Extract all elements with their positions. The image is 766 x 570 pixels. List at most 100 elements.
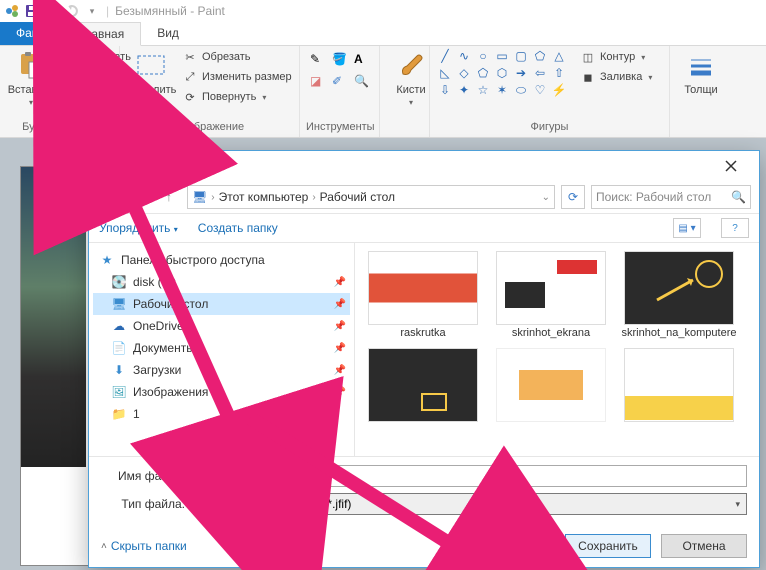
file-item[interactable]: raskrutka	[363, 251, 483, 340]
folder-tree[interactable]: ★ Панель быстрого доступа 💽 disk (F:) 📌 …	[89, 243, 355, 456]
breadcrumb-desktop[interactable]: Рабочий стол	[320, 190, 395, 204]
dialog-nav: ← → ↑ 🖥 › Этот компьютер › Рабочий стол …	[89, 181, 759, 213]
save-icon[interactable]	[24, 3, 40, 19]
eraser-icon[interactable]: ◪	[310, 74, 330, 94]
outline-button[interactable]: ◫Контур▾	[578, 48, 654, 66]
search-icon: 🔍	[731, 190, 746, 204]
organize-button[interactable]: Упорядочить ▾	[99, 221, 178, 235]
resize-icon: ⤢	[182, 69, 198, 85]
shape-rtriangle-icon[interactable]: ◺	[436, 65, 454, 81]
crop-button[interactable]: ✂Обрезать	[180, 48, 294, 66]
tree-item-desktop[interactable]: 🖥 Рабочий стол 📌	[93, 293, 350, 315]
shape-star4-icon[interactable]: ✦	[455, 82, 473, 98]
shape-rect-icon[interactable]: ▭	[493, 48, 511, 64]
paste-button[interactable]: Вставить ▾	[6, 48, 56, 109]
breadcrumb-pc[interactable]: Этот компьютер	[219, 190, 309, 204]
up-button[interactable]: ↑	[157, 185, 181, 209]
zoom-icon[interactable]: 🔍	[354, 74, 374, 94]
shape-bolt-icon[interactable]: ⚡	[550, 82, 568, 98]
redo-icon[interactable]	[64, 3, 80, 19]
fill-icon[interactable]: 🪣	[332, 52, 352, 72]
save-button[interactable]: Сохранить	[565, 534, 651, 558]
tree-item-folder1[interactable]: 📁 1	[93, 403, 350, 425]
search-input[interactable]: Поиск: Рабочий стол 🔍	[591, 185, 751, 209]
back-button[interactable]: ←	[97, 185, 121, 209]
undo-icon[interactable]	[44, 3, 60, 19]
tree-item-documents[interactable]: 📄 Документы 📌	[93, 337, 350, 359]
dialog-fields: Имя файла: Тип файла: JPEG (*.jpg;*.jpeg…	[89, 456, 759, 525]
qat-dropdown-icon[interactable]: ▾	[84, 3, 100, 19]
new-folder-button[interactable]: Создать папку	[198, 221, 278, 235]
dialog-footer: ˄ Скрыть папки Сохранить Отмена	[89, 525, 759, 567]
file-item[interactable]	[363, 348, 483, 422]
size-button[interactable]: Толщи	[676, 48, 726, 98]
filename-input[interactable]	[193, 465, 747, 487]
shape-arrowd-icon[interactable]: ⇩	[436, 82, 454, 98]
pin-icon: 📌	[334, 321, 346, 332]
dialog-toolbar: Упорядочить ▾ Создать папку ▤ ▾ ?	[89, 213, 759, 243]
text-icon[interactable]: A	[354, 52, 374, 72]
filetype-combo[interactable]: JPEG (*.jpg;*.jpeg;*.jpe;*.jfif) ▾	[193, 493, 747, 515]
dialog-app-icon	[97, 157, 113, 176]
close-button[interactable]	[711, 155, 751, 177]
cancel-button[interactable]: Отмена	[661, 534, 747, 558]
pin-icon: 📌	[334, 299, 346, 310]
shape-heart-icon[interactable]: ♡	[531, 82, 549, 98]
shape-oval-icon[interactable]: ○	[474, 48, 492, 64]
filename-label: Имя файла:	[101, 469, 185, 483]
file-list[interactable]: raskrutka skrinhot_ekrana skrinhot_na_ko…	[355, 243, 759, 456]
shape-polygon-icon[interactable]: ⬠	[531, 48, 549, 64]
folder-icon: 📁	[111, 406, 127, 422]
pencil-icon[interactable]: ✎	[310, 52, 330, 72]
shapes-gallery[interactable]: ╱ ∿ ○ ▭ ▢ ⬠ △ ◺ ◇ ⬠ ⬡ ➔ ⇦ ⇧ ⇩ ✦ ☆ ✶ ⬭ ♡	[436, 48, 568, 98]
shape-diamond-icon[interactable]: ◇	[455, 65, 473, 81]
help-button[interactable]: ?	[721, 218, 749, 238]
shape-hexagon-icon[interactable]: ⬡	[493, 65, 511, 81]
tab-view[interactable]: Вид	[141, 22, 195, 45]
file-item[interactable]: skrinhot_na_komputere	[619, 251, 739, 340]
tree-quick-access[interactable]: ★ Панель быстрого доступа	[93, 249, 350, 271]
tab-file[interactable]: Файл	[0, 22, 62, 45]
crop-icon: ✂	[182, 49, 198, 65]
shape-callout-icon[interactable]: ⬭	[512, 82, 530, 98]
onedrive-icon: ☁	[111, 318, 127, 334]
file-item[interactable]: skrinhot_ekrana	[491, 251, 611, 340]
shape-star5-icon[interactable]: ☆	[474, 82, 492, 98]
fill-button[interactable]: ◼Заливка▾	[578, 68, 654, 86]
breadcrumb[interactable]: 🖥 › Этот компьютер › Рабочий стол ⌄	[187, 185, 555, 209]
picker-icon[interactable]: ✐	[332, 74, 352, 94]
refresh-button[interactable]: ⟳	[561, 185, 585, 209]
tree-item-disk[interactable]: 💽 disk (F:) 📌	[93, 271, 350, 293]
filetype-label: Тип файла:	[101, 497, 185, 511]
file-item[interactable]	[491, 348, 611, 422]
ribbon-group-image: Выделить ▾ ✂Обрезать ⤢Изменить размер ⟳П…	[120, 46, 300, 137]
brushes-button[interactable]: Кисти ▾	[386, 48, 436, 109]
hide-folders-button[interactable]: ˄ Скрыть папки	[101, 539, 187, 553]
breadcrumb-dropdown-icon[interactable]: ⌄	[542, 192, 550, 203]
shape-triangle-icon[interactable]: △	[550, 48, 568, 64]
shape-star6-icon[interactable]: ✶	[493, 82, 511, 98]
shape-roundrect-icon[interactable]: ▢	[512, 48, 530, 64]
tree-item-downloads[interactable]: ⬇ Загрузки 📌	[93, 359, 350, 381]
dialog-titlebar: Сохранение	[89, 151, 759, 181]
pin-icon: 📌	[334, 277, 346, 288]
tab-home[interactable]: Главная	[62, 22, 142, 46]
tree-item-pictures[interactable]: 🖼 Изображения 📌	[93, 381, 350, 403]
shape-arrowr-icon[interactable]: ➔	[512, 65, 530, 81]
shape-line-icon[interactable]: ╱	[436, 48, 454, 64]
forward-button[interactable]: →	[127, 185, 151, 209]
drive-icon: 💽	[111, 274, 127, 290]
tree-item-onedrive[interactable]: ☁ OneDrive 📌	[93, 315, 350, 337]
copy-button[interactable]: ⧉Копировать	[60, 68, 143, 86]
rotate-button[interactable]: ⟳Повернуть▾	[180, 88, 294, 106]
view-button[interactable]: ▤ ▾	[673, 218, 701, 238]
ribbon-group-clipboard: Вставить ▾ ✂Вырезать ⧉Копировать Буфер о…	[0, 46, 120, 137]
file-thumbnail	[368, 251, 478, 325]
shape-arrowl-icon[interactable]: ⇦	[531, 65, 549, 81]
shape-arrowu-icon[interactable]: ⇧	[550, 65, 568, 81]
file-item[interactable]	[619, 348, 739, 422]
resize-button[interactable]: ⤢Изменить размер	[180, 68, 294, 86]
shape-pentagon-icon[interactable]: ⬠	[474, 65, 492, 81]
shape-curve-icon[interactable]: ∿	[455, 48, 473, 64]
ribbon-group-tools: ✎ 🪣 A ◪ ✐ 🔍 Инструменты	[300, 46, 380, 137]
